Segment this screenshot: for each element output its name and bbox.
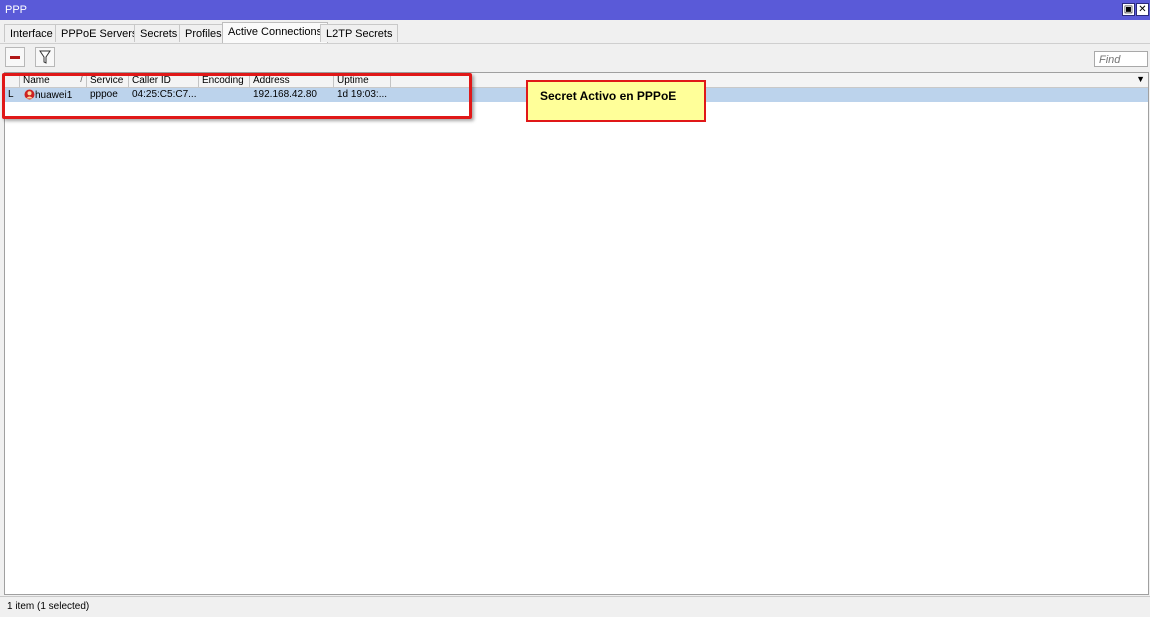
window-title: PPP <box>5 4 28 16</box>
filter-icon <box>39 50 51 64</box>
filter-button[interactable] <box>35 47 55 67</box>
status-bar: 1 item (1 selected) <box>0 596 1150 617</box>
tab-active-connections[interactable]: Active Connections <box>222 22 329 43</box>
tab-profiles[interactable]: Profiles <box>179 24 228 42</box>
annotation-callout: Secret Activo en PPPoE <box>526 80 706 122</box>
restore-icon[interactable]: ▣ <box>1122 3 1135 16</box>
window-title-bar[interactable]: PPP ▣ ✕ <box>0 0 1150 20</box>
status-text: 1 item (1 selected) <box>7 601 90 612</box>
columns-dropdown-icon[interactable]: ▼ <box>1136 74 1145 84</box>
tab-secrets[interactable]: Secrets <box>134 24 184 42</box>
connections-table: Name / Service Caller ID Encoding Addres… <box>4 72 1149 595</box>
tab-l2tp-secrets[interactable]: L2TP Secrets <box>320 24 399 42</box>
annotation-highlight-box <box>2 73 472 119</box>
tab-interface[interactable]: Interface <box>4 24 59 42</box>
remove-button[interactable] <box>5 47 25 67</box>
find-input[interactable] <box>1094 51 1148 67</box>
tab-divider <box>0 43 1150 44</box>
close-icon[interactable]: ✕ <box>1136 3 1149 16</box>
minus-icon <box>10 56 20 59</box>
tab-pppoe-servers[interactable]: PPPoE Servers <box>55 24 144 42</box>
